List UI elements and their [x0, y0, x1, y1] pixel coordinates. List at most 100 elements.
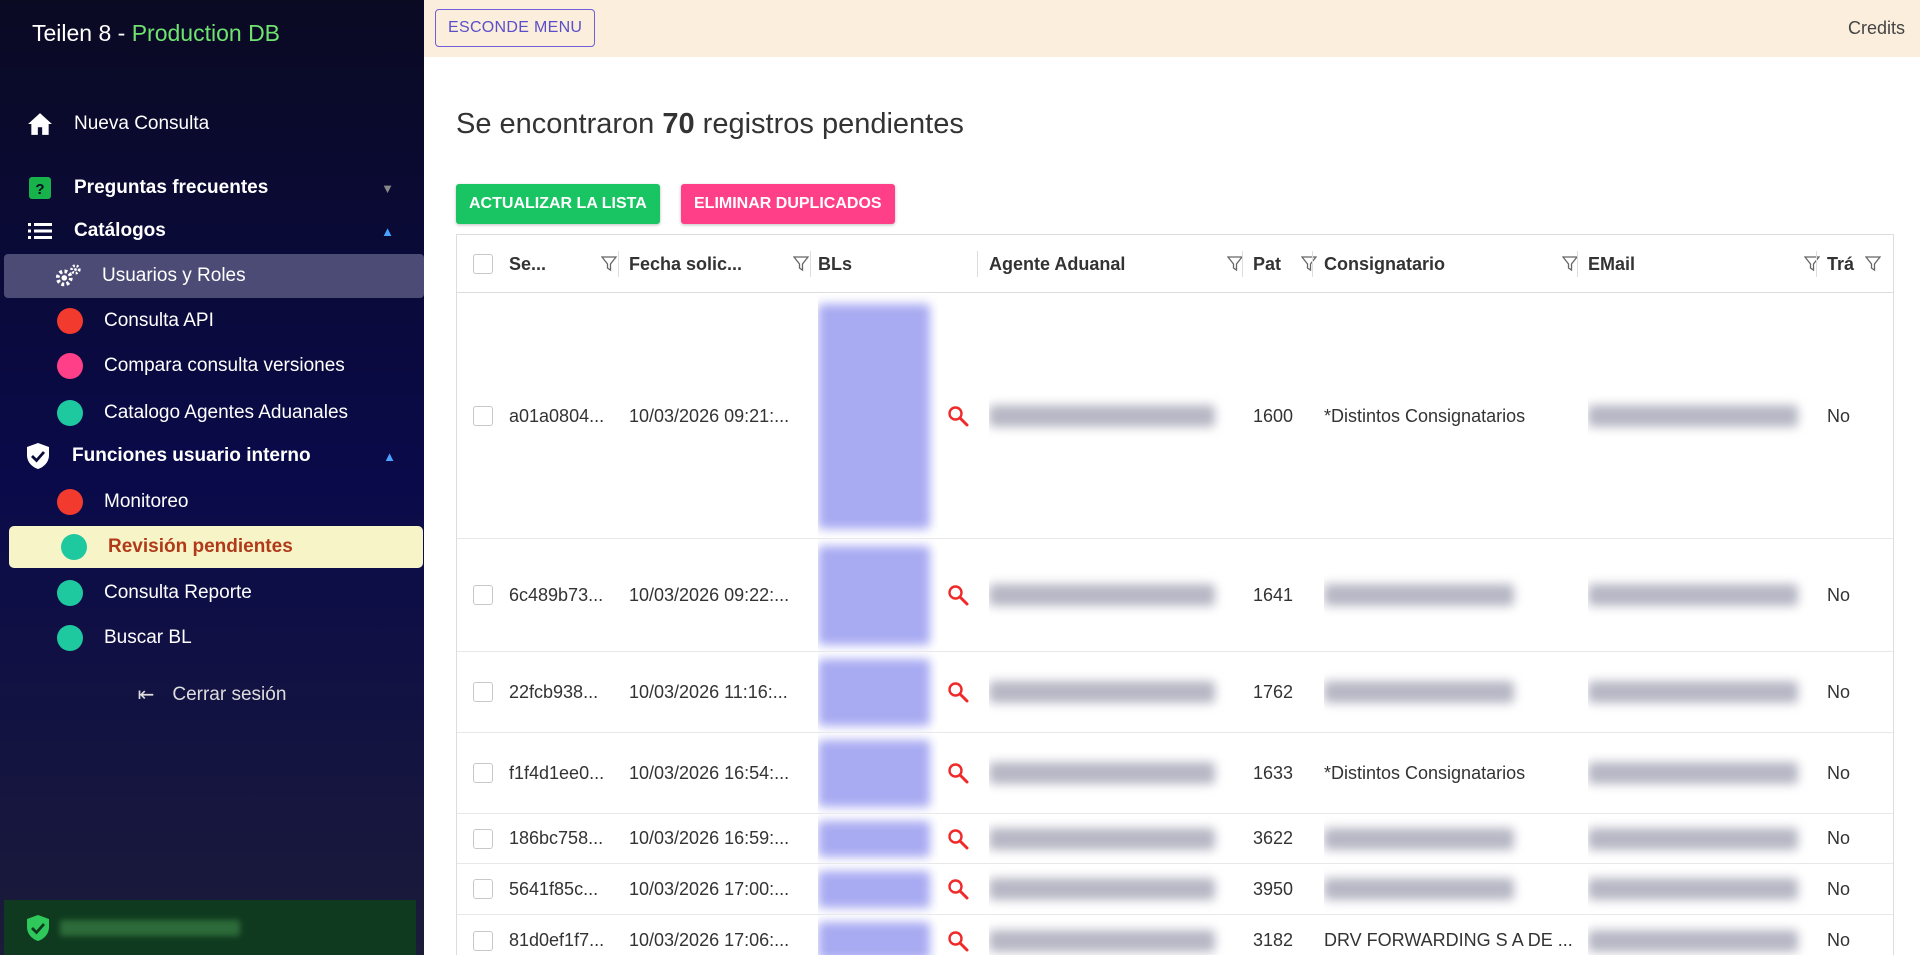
cell-fecha: 10/03/2026 17:06:...: [629, 930, 790, 950]
cell-email: [1588, 814, 1808, 863]
filter-icon[interactable]: [1803, 256, 1821, 277]
nav-funciones[interactable]: Funciones usuario interno ▲: [24, 442, 424, 470]
row-checkbox[interactable]: [473, 763, 493, 783]
cell-email: [1588, 915, 1808, 955]
sidebar-item-revision-pendientes[interactable]: Revisión pendientes: [60, 533, 293, 561]
consignatario-text: *Distintos Consignatarios: [1324, 405, 1526, 426]
table-row[interactable]: 22fcb938... 10/03/2026 11:16:... 1762 No: [457, 652, 1893, 733]
redacted-email: [1588, 681, 1798, 703]
cell-fecha: 10/03/2026 16:59:...: [629, 828, 790, 848]
search-icon: [948, 930, 969, 951]
sidebar-item-buscar-bl[interactable]: Buscar BL: [56, 624, 192, 652]
cell-tramite: No: [1827, 828, 1851, 848]
col-pat[interactable]: Pat: [1253, 235, 1327, 293]
table-row[interactable]: f1f4d1ee0... 10/03/2026 16:54:... 1633 *Dis…: [457, 733, 1893, 814]
cell-bls: [818, 733, 938, 813]
row-checkbox[interactable]: [473, 682, 493, 702]
search-bl-button[interactable]: [940, 652, 976, 732]
col-agente[interactable]: Agente Aduanal: [989, 235, 1251, 293]
hide-menu-button[interactable]: ESCONDE MENU: [435, 9, 596, 47]
row-checkbox[interactable]: [473, 828, 493, 849]
remove-duplicates-button[interactable]: ELIMINAR DUPLICADOS: [681, 184, 895, 224]
redacted-bls: [818, 921, 930, 955]
cell-tramite: No: [1827, 878, 1851, 899]
nav-label: Nueva Consulta: [74, 113, 210, 134]
sidebar-item-usuarios-roles[interactable]: Usuarios y Roles: [54, 262, 246, 290]
svg-text:?: ?: [35, 181, 44, 198]
col-label: Trá: [1827, 253, 1855, 274]
nav-catalogos[interactable]: Catálogos ▲: [26, 217, 424, 245]
col-se[interactable]: Se...: [509, 235, 625, 293]
sidebar-item-compara[interactable]: Compara consulta versiones: [56, 352, 345, 380]
col-fecha[interactable]: Fecha solic...: [629, 235, 817, 293]
credits-link[interactable]: Credits: [1848, 18, 1905, 39]
logout-button[interactable]: ⇤ Cerrar sesión: [0, 682, 424, 707]
col-label: Fecha solic...: [629, 253, 743, 274]
search-bl-button[interactable]: [940, 539, 976, 651]
cell-tramite: No: [1827, 762, 1851, 783]
nav-nueva-consulta[interactable]: Nueva Consulta: [26, 110, 209, 138]
cell-agente: [989, 814, 1229, 863]
status-dot-teal: [56, 579, 84, 607]
redacted-bls: [818, 545, 930, 645]
nav-preguntas[interactable]: ? Preguntas frecuentes ▼: [26, 174, 424, 202]
table-row[interactable]: 186bc758... 10/03/2026 16:59:... 3622 No: [457, 814, 1893, 864]
cell-tramite: No: [1827, 584, 1851, 605]
search-icon: [948, 879, 969, 900]
sidebar-item-monitoreo[interactable]: Monitoreo: [56, 488, 189, 516]
cell-pat: 1641: [1253, 584, 1294, 605]
sidebar-item-consulta-reporte[interactable]: Consulta Reporte: [56, 579, 252, 607]
status-dot-red: [56, 307, 84, 335]
filter-icon[interactable]: [1226, 256, 1244, 277]
cell-pat: 1600: [1253, 405, 1294, 426]
redacted-email: [1588, 929, 1798, 952]
filter-icon[interactable]: [1300, 256, 1318, 277]
nav-label: Compara consulta versiones: [104, 355, 345, 376]
cell-id: 81d0ef1f7...: [509, 930, 605, 950]
search-icon: [948, 406, 969, 427]
env-label: Production DB: [131, 20, 281, 46]
redacted-text: [60, 920, 240, 936]
redacted-bls: [818, 658, 930, 726]
sidebar-item-consulta-api[interactable]: Consulta API: [56, 307, 214, 335]
redacted-email: [1588, 827, 1798, 850]
search-bl-button[interactable]: [940, 733, 976, 813]
cell-pat: 3182: [1253, 930, 1294, 950]
table-row[interactable]: a01a0804... 10/03/2026 09:21:... 1600 *Dist…: [457, 294, 1893, 539]
refresh-list-button[interactable]: ACTUALIZAR LA LISTA: [456, 184, 660, 224]
cell-consignatario: DRV FORWARDING S A DE ...: [1324, 915, 1574, 955]
col-label: Pat: [1253, 253, 1282, 274]
row-checkbox[interactable]: [473, 879, 493, 899]
cell-fecha: 10/03/2026 11:16:...: [629, 681, 788, 702]
cell-email: [1588, 294, 1808, 538]
select-all-checkbox[interactable]: [473, 254, 493, 274]
table-row[interactable]: 5641f85c... 10/03/2026 17:00:... 3950 No: [457, 864, 1893, 915]
col-label: EMail: [1588, 253, 1636, 274]
cell-bls: [818, 814, 938, 863]
col-consignatario[interactable]: Consignatario: [1324, 235, 1586, 293]
table-row[interactable]: 81d0ef1f7... 10/03/2026 17:06:... 3182 DRV …: [457, 915, 1893, 955]
cell-consignatario: [1324, 539, 1574, 651]
search-bl-button[interactable]: [940, 915, 976, 955]
search-icon: [948, 763, 969, 784]
cell-bls: [818, 915, 938, 955]
col-email[interactable]: EMail: [1588, 235, 1828, 293]
search-bl-button[interactable]: [940, 294, 976, 538]
row-checkbox[interactable]: [473, 585, 493, 605]
filter-icon[interactable]: [600, 256, 618, 277]
row-checkbox[interactable]: [473, 406, 493, 426]
redacted-agente: [989, 584, 1215, 606]
sidebar-item-catalogo-agentes[interactable]: Catalogo Agentes Aduanales: [56, 399, 348, 427]
consignatario-text: DRV FORWARDING S A DE ...: [1324, 930, 1573, 950]
search-bl-button[interactable]: [940, 814, 976, 863]
col-bls[interactable]: BLs: [818, 235, 988, 293]
search-bl-button[interactable]: [940, 864, 976, 914]
row-checkbox[interactable]: [473, 930, 493, 951]
filter-icon[interactable]: [1561, 256, 1579, 277]
filter-icon[interactable]: [792, 256, 810, 277]
table-row[interactable]: 6c489b73... 10/03/2026 09:22:... 1641 No: [457, 539, 1893, 652]
filter-icon[interactable]: [1864, 256, 1882, 277]
col-tramite[interactable]: Trá: [1827, 235, 1893, 293]
record-count: 70: [662, 108, 695, 140]
redacted-bls: [818, 870, 930, 908]
